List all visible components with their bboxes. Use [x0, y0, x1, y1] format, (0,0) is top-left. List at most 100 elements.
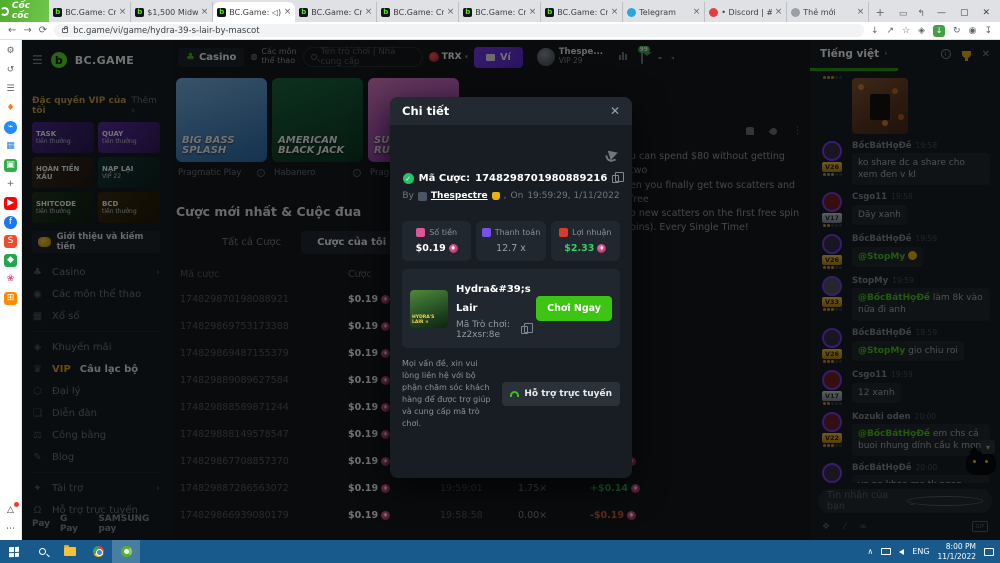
tab-favicon-dc [709, 8, 718, 17]
shopee-icon[interactable]: S [4, 235, 17, 248]
stat-icon [416, 228, 425, 237]
game-card: HYDRA'S LAIR × Hydra&#39;s Lair Mã Trò c… [402, 269, 620, 348]
tab-close-icon[interactable]: × [693, 7, 701, 17]
tab-close-icon[interactable]: × [447, 7, 455, 17]
cart-icon[interactable]: ⊞ [4, 292, 17, 305]
browser-tab[interactable]: Thẻ mới × [787, 2, 869, 22]
tabstrip-tools: ▭ ↰ [891, 9, 933, 22]
toolbar-icons: ↓ ↗ ☆ ◈ ↓ ↻ ◉ ↧ [871, 25, 992, 37]
sync-icon[interactable]: ↻ [953, 26, 961, 36]
volume-icon[interactable] [899, 549, 904, 555]
tab-label: BC.Game: Cry [311, 8, 361, 17]
tab-favicon-tg [627, 8, 636, 17]
add-shortcut-icon[interactable]: + [4, 178, 17, 191]
facebook-icon[interactable]: f [4, 216, 17, 229]
browser-bell-icon[interactable]: △ [4, 504, 17, 517]
weather-widget-icon[interactable]: ▦ [4, 140, 17, 153]
browser-tab[interactable]: b$1,500 Midwe× [131, 2, 213, 22]
browser-tab[interactable]: bBC.Game: Cry× [541, 2, 623, 22]
stat-card: Thanh toán12.7 x [476, 221, 545, 261]
new-tab-button[interactable]: + [873, 4, 887, 20]
tab-close-icon[interactable]: × [119, 7, 127, 17]
stat-value-text: 12.7 x [496, 243, 526, 254]
stat-card: Số tiền$0.19♦ [402, 221, 471, 261]
settings-icon[interactable]: ⚙ [4, 45, 17, 58]
browser-tab[interactable]: bBC.Game: Cry× [295, 2, 377, 22]
profile-icon[interactable]: ◉ [969, 26, 977, 36]
downloads-tray-icon[interactable]: ↧ [984, 26, 992, 36]
reload-button[interactable]: ⟳ [39, 26, 47, 36]
stat-value-text: $2.33 [564, 243, 594, 254]
bcd-token-icon: ♦ [597, 244, 606, 253]
messenger-icon[interactable]: ⌁ [4, 121, 17, 134]
share-bet-icon[interactable] [608, 148, 620, 160]
bet-id-value: 1748298701980889216 [475, 173, 607, 184]
windows-taskbar: ∧ ENG 8:00 PM11/1/2022 [0, 540, 1000, 563]
hidden-icons-chevron[interactable]: ∧ [867, 547, 873, 556]
chrome-icon[interactable] [84, 540, 112, 563]
verified-check-icon: ✓ [403, 173, 414, 184]
browser-tab[interactable]: bBC.Game: ◁))× [213, 2, 295, 22]
tab-label: BC.Game: Cry [475, 8, 525, 17]
minimize-button[interactable]: — [937, 8, 946, 18]
history-icon[interactable]: ↺ [4, 64, 17, 77]
hot-trends-icon[interactable]: ♦ [4, 102, 17, 115]
tab-search-icon[interactable]: ▭ [899, 9, 908, 19]
action-center-icon[interactable] [984, 548, 994, 556]
more-icon[interactable]: ⋯ [4, 523, 17, 536]
browser-tab[interactable]: Telegram× [623, 2, 705, 22]
back-button[interactable]: ← [8, 26, 16, 36]
close-button[interactable]: ✕ [982, 8, 990, 18]
tab-favicon-bc: b [217, 8, 226, 17]
tab-label: Thẻ mới [803, 8, 853, 17]
save-page-icon[interactable]: ↓ [871, 26, 879, 36]
forward-button[interactable]: → [23, 26, 31, 36]
tab-close-icon[interactable]: × [529, 7, 537, 17]
coccoc-taskbar-icon[interactable] [112, 540, 140, 563]
url-field[interactable]: bc.game/vi/game/hydra-39-s-lair-by-masco… [54, 24, 864, 37]
play-now-button[interactable]: Chơi Ngay [536, 296, 612, 321]
youtube-icon[interactable]: ▶ [4, 197, 17, 210]
stat-label-row: Số tiền [416, 228, 457, 237]
maximize-button[interactable]: ▢ [960, 8, 969, 18]
tab-close-icon[interactable]: × [201, 7, 209, 17]
start-button[interactable] [0, 540, 28, 563]
bcgame-app: ☰ b BC.GAME Đặc quyền VIP của tôi Thêm ›… [22, 40, 1000, 540]
network-icon[interactable] [881, 548, 891, 555]
games-icon[interactable]: ▣ [4, 159, 17, 172]
browser-tab[interactable]: bBC.Game: Cry× [377, 2, 459, 22]
taskbar-search-icon[interactable] [28, 540, 56, 563]
coccoc-logo[interactable]: Cốc cốc [0, 0, 49, 22]
copy-bet-id-icon[interactable] [612, 175, 619, 183]
flower-icon[interactable]: ❀ [4, 273, 17, 286]
file-explorer-icon[interactable] [56, 540, 84, 563]
stat-label: Lợi nhuận [572, 228, 611, 237]
tab-close-icon[interactable]: × [775, 7, 783, 17]
tab-close-icon[interactable]: × [611, 7, 619, 17]
tab-label: $1,500 Midwe [147, 8, 197, 17]
browser-tab[interactable]: • Discord | #◁) × [705, 2, 787, 22]
bookmark-star-icon[interactable]: ☆ [902, 26, 910, 36]
browser-tab[interactable]: bBC.Game: Cry× [49, 2, 131, 22]
clock[interactable]: 8:00 PM11/1/2022 [938, 542, 976, 561]
tab-close-icon[interactable]: × [284, 7, 292, 17]
copy-game-code-icon[interactable] [521, 326, 528, 334]
bcd-token-icon: ♦ [449, 244, 458, 253]
browser-tab[interactable]: bBC.Game: Cry× [459, 2, 541, 22]
modal-close-icon[interactable]: ✕ [610, 104, 620, 118]
game-thumbnail[interactable]: HYDRA'S LAIR × [410, 290, 448, 328]
tab-label: • Discord | #◁) [721, 8, 771, 17]
tab-close-icon[interactable]: × [365, 7, 373, 17]
share-page-icon[interactable]: ↗ [887, 26, 895, 36]
support-note: Mọi vấn đề, xin vui lòng liên hệ với bộ … [402, 358, 494, 430]
reopen-tab-icon[interactable]: ↰ [917, 9, 925, 19]
language-indicator[interactable]: ENG [912, 547, 929, 556]
newsfeed-icon[interactable]: ☰ [4, 83, 17, 96]
tab-close-icon[interactable]: × [857, 7, 865, 17]
bettor-name[interactable]: Thespectre [431, 191, 488, 201]
download-manager-icon[interactable]: ↓ [933, 25, 945, 37]
bet-stats: Số tiền$0.19♦Thanh toán12.7 x Lợi nhuận $2… [402, 221, 620, 261]
gift-icon[interactable]: ◆ [4, 254, 17, 267]
adblock-shield-icon[interactable]: ◈ [918, 26, 925, 36]
live-support-button[interactable]: Hỗ trợ trực tuyến [502, 382, 620, 406]
